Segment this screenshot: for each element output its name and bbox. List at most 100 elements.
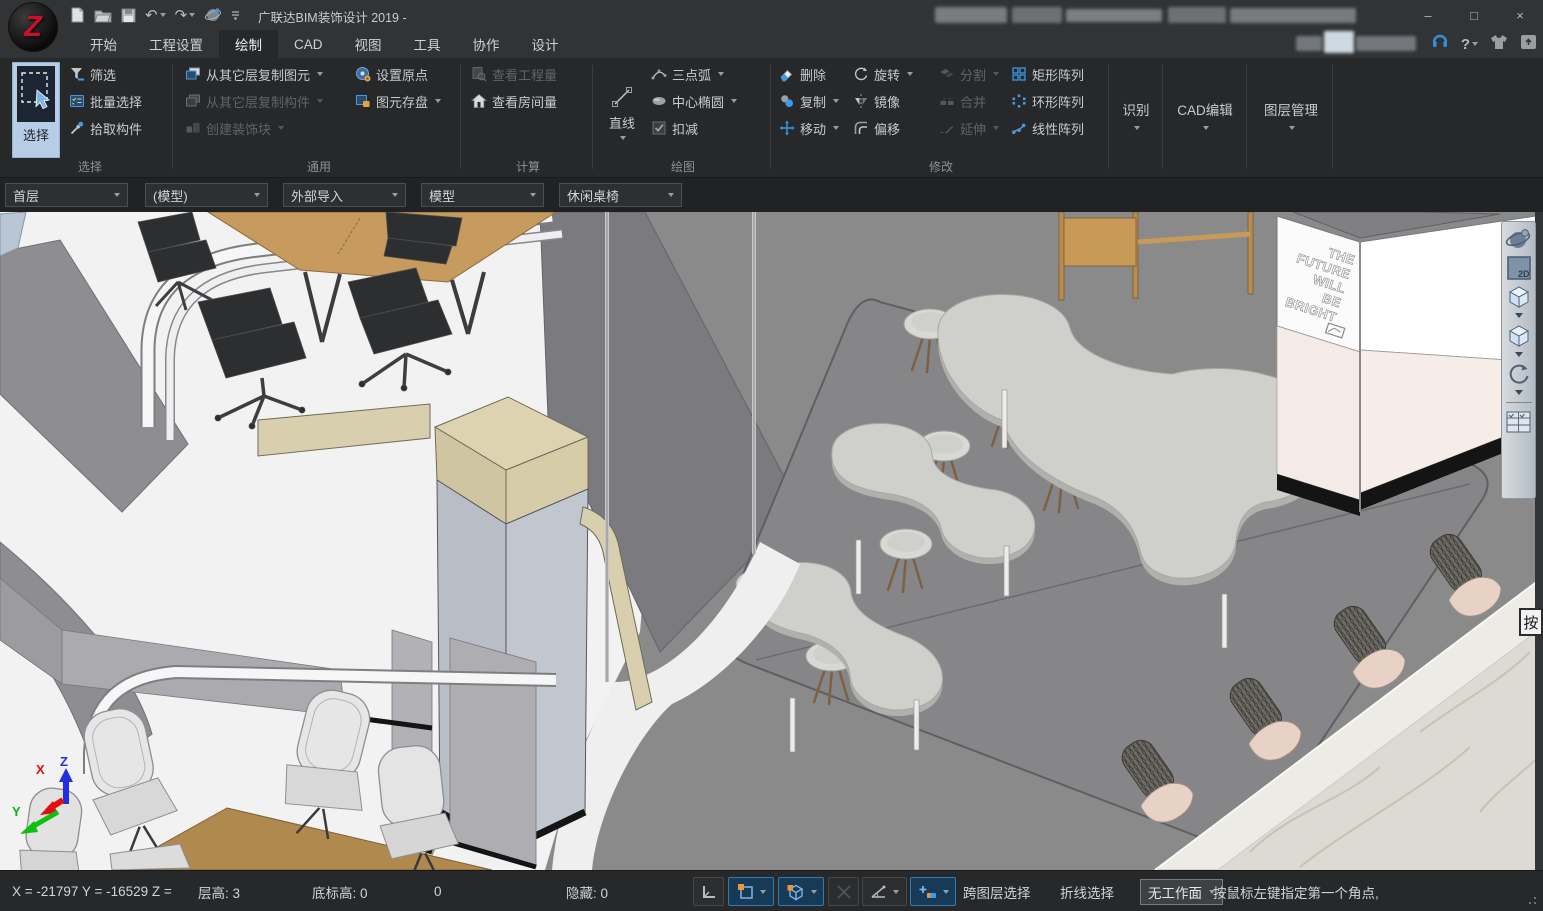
line-tool-button[interactable]: 直线 bbox=[600, 62, 644, 162]
tab-design[interactable]: 设计 bbox=[516, 30, 575, 58]
dropdown-caret-icon[interactable] bbox=[907, 72, 913, 76]
viewport-3d[interactable]: THE FUTURE WILL BE BRIGHT bbox=[0, 212, 1543, 870]
ortho-toggle-button[interactable] bbox=[693, 877, 724, 906]
iso-cube-view-button[interactable] bbox=[1505, 323, 1532, 348]
tab-start[interactable]: 开始 bbox=[74, 30, 133, 58]
panel-toggle-icon[interactable] bbox=[1520, 34, 1537, 55]
tab-view[interactable]: 视图 bbox=[339, 30, 398, 58]
dropdown-caret-icon[interactable] bbox=[435, 99, 441, 103]
copy-button[interactable]: 复制 bbox=[776, 90, 842, 112]
tab-draw[interactable]: 绘制 bbox=[219, 30, 278, 58]
command-prompt: 按鼠标左键指定第一个角点, bbox=[1213, 871, 1379, 911]
tab-collaborate[interactable]: 协作 bbox=[457, 30, 516, 58]
angle-snap-toggle-button[interactable] bbox=[862, 877, 907, 906]
split-button[interactable]: 分割 bbox=[936, 63, 1002, 85]
dropdown-caret-icon[interactable] bbox=[833, 126, 839, 130]
cross-layer-select-button[interactable]: 跨图层选择 bbox=[963, 871, 1031, 911]
dynamic-input-toggle-button[interactable] bbox=[910, 877, 956, 906]
center-ellipse-button[interactable]: 中心椭圆 bbox=[648, 90, 740, 112]
open-file-button[interactable] bbox=[94, 8, 112, 23]
close-button[interactable]: × bbox=[1497, 0, 1543, 30]
resize-grip[interactable] bbox=[1524, 892, 1536, 904]
tab-project-settings[interactable]: 工程设置 bbox=[133, 30, 219, 58]
front-cube-view-button[interactable] bbox=[1505, 284, 1532, 309]
dropdown-caret-icon[interactable] bbox=[620, 136, 626, 140]
rect-array-button[interactable]: 矩形阵列 bbox=[1008, 63, 1087, 85]
3d-snap-toggle-button[interactable] bbox=[778, 877, 824, 906]
group-label-modify: 修改 bbox=[776, 158, 1106, 175]
source-select[interactable]: 外部导入 bbox=[283, 183, 406, 207]
rotate-view-button[interactable] bbox=[1506, 362, 1532, 386]
group-label-draw: 绘图 bbox=[598, 158, 768, 175]
create-decor-block-button[interactable]: 创建装饰块 bbox=[182, 117, 326, 139]
snap-cross-toggle-button[interactable] bbox=[828, 877, 859, 906]
minimize-button[interactable]: – bbox=[1405, 0, 1451, 30]
cad-edit-button[interactable]: CAD编辑 bbox=[1166, 62, 1244, 166]
layer-manage-button[interactable]: 图层管理 bbox=[1250, 62, 1332, 166]
dropdown-caret-icon[interactable] bbox=[943, 890, 949, 894]
logo-letter: Z bbox=[24, 11, 42, 44]
save-button[interactable] bbox=[121, 8, 136, 23]
pin-toggle-icon[interactable] bbox=[231, 9, 240, 21]
redo-caret-icon[interactable] bbox=[189, 13, 195, 17]
dropdown-caret-icon[interactable] bbox=[760, 890, 766, 894]
dropdown-caret-icon[interactable] bbox=[893, 890, 899, 894]
select-button[interactable]: 选择 bbox=[12, 62, 60, 158]
dropdown-caret-icon[interactable] bbox=[811, 890, 817, 894]
view-quantity-button[interactable]: 查看工程量 bbox=[468, 63, 560, 85]
batch-select-button[interactable]: 批量选择 bbox=[66, 90, 145, 112]
recognize-button[interactable]: 识别 bbox=[1112, 62, 1160, 166]
floor-select[interactable]: 首层 bbox=[5, 183, 128, 207]
filter-button[interactable]: 筛选 bbox=[66, 63, 145, 85]
view-cube-caret-icon[interactable] bbox=[1515, 313, 1523, 318]
rotate-button[interactable]: 旋转 bbox=[850, 63, 916, 85]
view-room-quantity-button[interactable]: 查看房间量 bbox=[468, 90, 560, 112]
help-button[interactable]: ? bbox=[1461, 36, 1478, 53]
copy-components-from-layer-button[interactable]: 从其它层复制构件 bbox=[182, 90, 326, 112]
layer-manage-label: 图层管理 bbox=[1264, 99, 1318, 119]
dropdown-caret-icon[interactable] bbox=[718, 72, 724, 76]
move-button[interactable]: 移动 bbox=[776, 117, 842, 139]
view-cube-caret-icon[interactable] bbox=[1515, 352, 1523, 357]
support-headset-icon[interactable] bbox=[1431, 33, 1449, 55]
linear-array-button[interactable]: 线性阵列 bbox=[1008, 117, 1087, 139]
orbit-sphere-button[interactable] bbox=[204, 6, 222, 24]
rect-snap-toggle-button[interactable] bbox=[728, 877, 774, 906]
polyline-select-button[interactable]: 折线选择 bbox=[1060, 871, 1114, 911]
rotate-view-caret-icon[interactable] bbox=[1515, 390, 1523, 395]
dropdown-caret-icon[interactable] bbox=[731, 99, 737, 103]
deduct-checkbox-row[interactable]: 扣减 bbox=[648, 117, 740, 139]
set-origin-button[interactable]: 设置原点 bbox=[352, 63, 444, 85]
extend-button[interactable]: 延伸 bbox=[936, 117, 1002, 139]
category-select[interactable]: 模型 bbox=[421, 183, 544, 207]
undo-button[interactable]: ↶ bbox=[145, 8, 166, 23]
mirror-button[interactable]: 镜像 bbox=[850, 90, 916, 112]
undo-caret-icon[interactable] bbox=[160, 13, 166, 17]
tab-tools[interactable]: 工具 bbox=[398, 30, 457, 58]
merge-button[interactable]: 合并 bbox=[936, 90, 1002, 112]
model-view-select[interactable]: (模型) bbox=[145, 183, 268, 207]
axis-y-label: Y bbox=[12, 804, 21, 819]
three-point-arc-button[interactable]: 三点弧 bbox=[648, 63, 740, 85]
dropdown-caret-icon[interactable] bbox=[317, 72, 323, 76]
offset-button[interactable]: 偏移 bbox=[850, 117, 916, 139]
delete-button[interactable]: 删除 bbox=[776, 63, 842, 85]
element-type-select[interactable]: 休闲桌椅 bbox=[559, 183, 682, 207]
redo-button[interactable]: ↷ bbox=[175, 8, 196, 23]
maximize-button[interactable]: □ bbox=[1451, 0, 1497, 30]
view-settings-table-button[interactable] bbox=[1505, 408, 1532, 434]
app-logo[interactable]: Z bbox=[8, 2, 58, 52]
pick-component-button[interactable]: 拾取构件 bbox=[66, 117, 145, 139]
work-plane-selector[interactable]: 无工作面 bbox=[1140, 879, 1223, 905]
linear-array-icon bbox=[1011, 120, 1027, 136]
3d-scene[interactable]: THE FUTURE WILL BE BRIGHT bbox=[0, 212, 1543, 870]
2d-view-button[interactable]: 2D bbox=[1506, 255, 1532, 281]
new-file-button[interactable] bbox=[70, 7, 85, 23]
theme-shirt-icon[interactable] bbox=[1490, 34, 1508, 55]
save-element-button[interactable]: 图元存盘 bbox=[352, 90, 444, 112]
tab-cad[interactable]: CAD bbox=[278, 30, 339, 58]
copy-elements-from-layer-button[interactable]: 从其它层复制图元 bbox=[182, 63, 326, 85]
dropdown-caret-icon[interactable] bbox=[833, 99, 839, 103]
polar-array-button[interactable]: 环形阵列 bbox=[1008, 90, 1087, 112]
orbit-view-button[interactable] bbox=[1505, 226, 1533, 252]
